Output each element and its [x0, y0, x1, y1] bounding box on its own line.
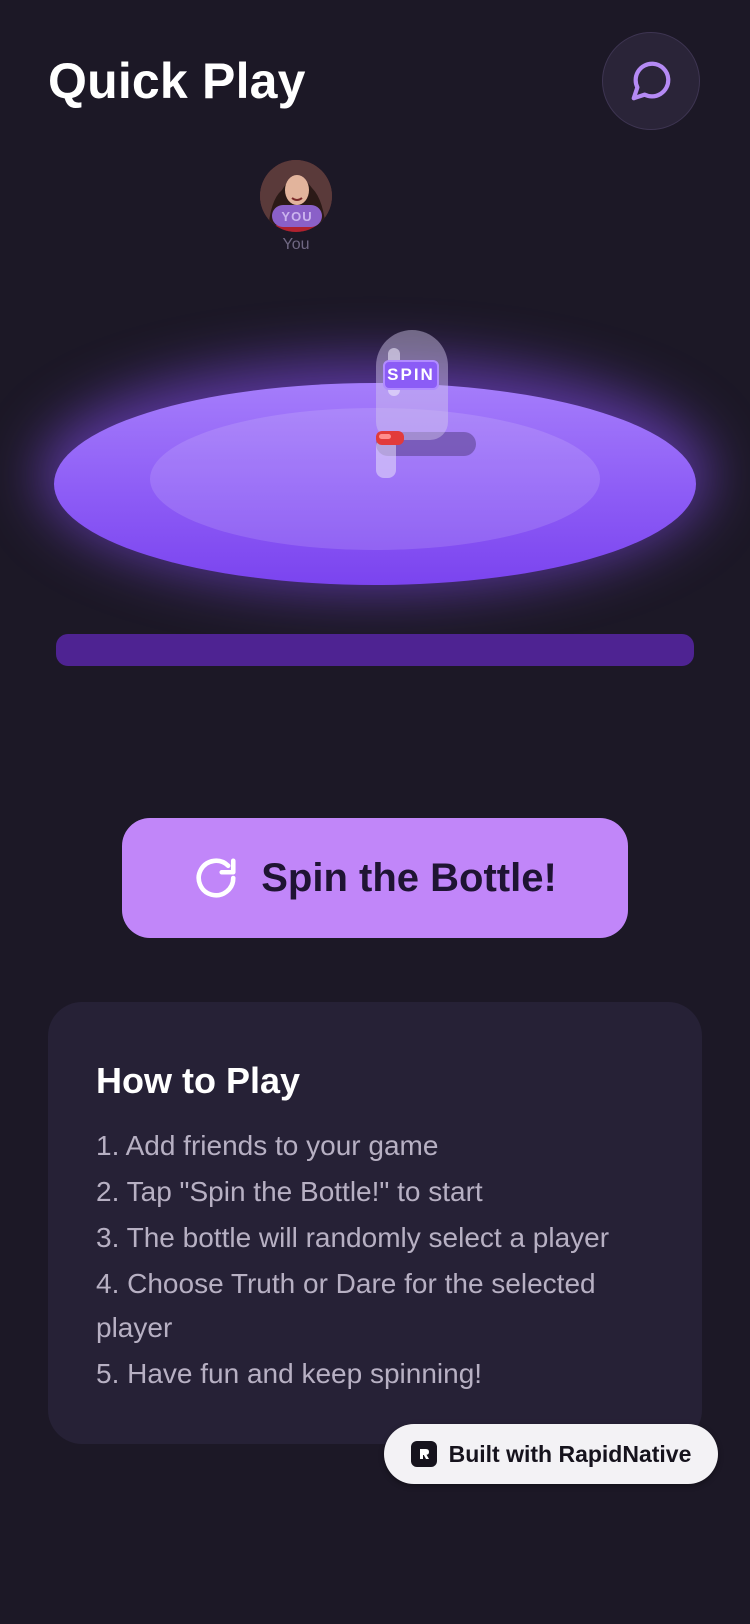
step-item: 3. The bottle will randomly select a pla… [96, 1222, 610, 1253]
built-with-label: Built with RapidNative [448, 1440, 692, 1467]
built-with-badge[interactable]: Built with RapidNative [384, 1424, 718, 1484]
player-you[interactable]: YOU You [258, 160, 334, 254]
progress-track [56, 634, 694, 666]
step-item: 2. Tap "Spin the Bottle!" to start [96, 1176, 483, 1207]
chat-button[interactable] [602, 32, 700, 130]
message-circle-icon [631, 61, 671, 101]
bottle-spin-label: SPIN [383, 360, 439, 390]
how-to-play-steps: 1. Add friends to your game 2. Tap "Spin… [96, 1124, 656, 1398]
step-item: 5. Have fun and keep spinning! [96, 1358, 483, 1389]
page-title: Quick Play [48, 53, 306, 109]
bottle-cap-highlight [379, 434, 391, 439]
how-to-play-title: How to Play [96, 1060, 301, 1101]
refresh-icon [196, 858, 236, 898]
step-item: 1. Add friends to your game [96, 1130, 439, 1161]
how-to-play-card: How to Play 1. Add friends to your game … [48, 1002, 702, 1444]
rapidnative-logo-icon [410, 1441, 437, 1467]
spin-button-label: Spin the Bottle! [261, 855, 557, 900]
spin-bottle-button[interactable]: Spin the Bottle! [122, 818, 628, 938]
you-badge: YOU [272, 205, 322, 227]
bottle[interactable]: SPIN [374, 330, 484, 480]
player-name: You [282, 236, 310, 253]
step-item: 4. Choose Truth or Dare for the selected… [96, 1268, 596, 1343]
